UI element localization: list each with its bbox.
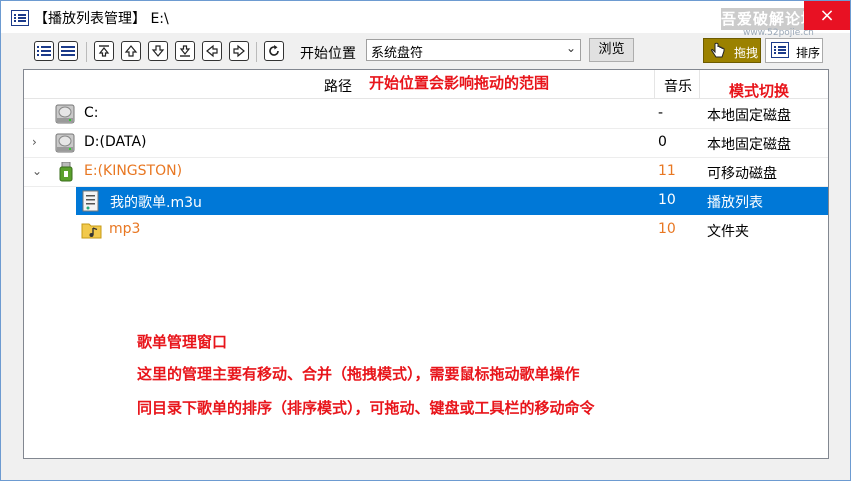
playlist-manager-window: 【播放列表管理】 E:\ 吾爱破解论坛 www.52pojie.cn × 开始位… bbox=[0, 0, 851, 481]
item-type: 文件夹 bbox=[707, 224, 749, 240]
detail-view-icon[interactable] bbox=[58, 41, 78, 61]
column-divider[interactable] bbox=[699, 70, 700, 98]
item-music-count: 0 bbox=[658, 134, 667, 150]
playlist-file-icon bbox=[81, 190, 103, 212]
item-name: D:(DATA) bbox=[84, 134, 147, 150]
drag-mode-label: 拖拽 bbox=[734, 46, 759, 60]
item-name: E:(KINGSTON) bbox=[84, 163, 183, 179]
app-list-icon bbox=[11, 10, 29, 26]
list-item[interactable]: › D:(DATA) 0 本地固定磁盘 bbox=[24, 129, 828, 158]
item-type: 本地固定磁盘 bbox=[707, 137, 791, 153]
chevron-down-icon: ⌄ bbox=[565, 41, 576, 55]
list-item[interactable]: ⌄ E:(KINGSTON) 11 可移动磁盘 bbox=[24, 158, 828, 187]
annotation-heading: 歌单管理窗口 bbox=[137, 333, 228, 351]
hard-drive-icon bbox=[54, 104, 76, 124]
start-position-value: 系统盘符 bbox=[371, 46, 424, 61]
chevron-right-icon[interactable]: › bbox=[32, 135, 37, 149]
chevron-down-icon[interactable]: ⌄ bbox=[32, 164, 42, 178]
browse-button[interactable]: 浏览 bbox=[589, 38, 634, 62]
annotation-mode-switch: 模式切换 bbox=[729, 82, 790, 100]
refresh-icon[interactable] bbox=[264, 41, 284, 61]
column-divider[interactable] bbox=[654, 70, 655, 98]
window-title: 【播放列表管理】 E:\ bbox=[34, 11, 169, 27]
start-position-select[interactable]: 系统盘符 ⌄ bbox=[366, 39, 581, 61]
title-bar: 【播放列表管理】 E:\ 吾爱破解论坛 www.52pojie.cn × bbox=[1, 1, 850, 38]
item-type: 播放列表 bbox=[707, 195, 763, 211]
toolbar-separator bbox=[86, 42, 87, 62]
sort-list-icon bbox=[771, 42, 789, 61]
watermark-logo: 吾爱破解论坛 bbox=[721, 8, 818, 30]
list-item[interactable]: mp3 10 文件夹 bbox=[24, 216, 828, 244]
move-bottom-icon[interactable] bbox=[175, 41, 195, 61]
annotation-line-sort: 同目录下歌单的排序（排序模式），可拖动、键盘或工具栏的移动命令 bbox=[137, 399, 595, 417]
usb-drive-icon bbox=[56, 161, 78, 182]
list-item-selected[interactable]: 我的歌单.m3u 10 播放列表 bbox=[76, 187, 828, 215]
move-left-icon[interactable] bbox=[202, 41, 222, 61]
item-type: 本地固定磁盘 bbox=[707, 108, 791, 124]
toolbar-separator bbox=[256, 42, 257, 62]
toolbar: 开始位置 系统盘符 ⌄ 浏览 拖拽 排序 bbox=[1, 37, 850, 67]
column-header-path[interactable]: 路径 bbox=[324, 76, 352, 96]
move-down-icon[interactable] bbox=[148, 41, 168, 61]
sort-mode-label: 排序 bbox=[796, 46, 821, 60]
music-folder-icon bbox=[81, 220, 103, 240]
move-right-icon[interactable] bbox=[229, 41, 249, 61]
item-music-count: 11 bbox=[658, 163, 676, 179]
hard-drive-icon bbox=[54, 133, 76, 153]
item-name: C: bbox=[84, 105, 99, 121]
list-view-icon[interactable] bbox=[34, 41, 54, 61]
column-header-music[interactable]: 音乐 bbox=[664, 76, 692, 96]
item-type: 可移动磁盘 bbox=[707, 166, 777, 182]
start-position-label: 开始位置 bbox=[300, 46, 356, 62]
item-name: 我的歌单.m3u bbox=[110, 195, 202, 211]
item-music-count: 10 bbox=[658, 192, 676, 208]
item-music-count: - bbox=[658, 105, 664, 121]
drag-mode-button[interactable]: 拖拽 bbox=[703, 38, 761, 63]
item-music-count: 10 bbox=[658, 221, 676, 237]
list-item[interactable]: C: - 本地固定磁盘 bbox=[24, 100, 828, 129]
annotation-start-range: 开始位置会影响拖动的范围 bbox=[369, 74, 550, 92]
close-button[interactable]: × bbox=[804, 1, 850, 30]
hand-pointer-icon bbox=[709, 42, 727, 63]
item-name: mp3 bbox=[109, 221, 141, 237]
sort-mode-button[interactable]: 排序 bbox=[765, 38, 823, 63]
annotation-line-drag: 这里的管理主要有移动、合并（拖拽模式），需要鼠标拖动歌单操作 bbox=[137, 365, 580, 383]
move-up-icon[interactable] bbox=[121, 41, 141, 61]
move-top-icon[interactable] bbox=[94, 41, 114, 61]
